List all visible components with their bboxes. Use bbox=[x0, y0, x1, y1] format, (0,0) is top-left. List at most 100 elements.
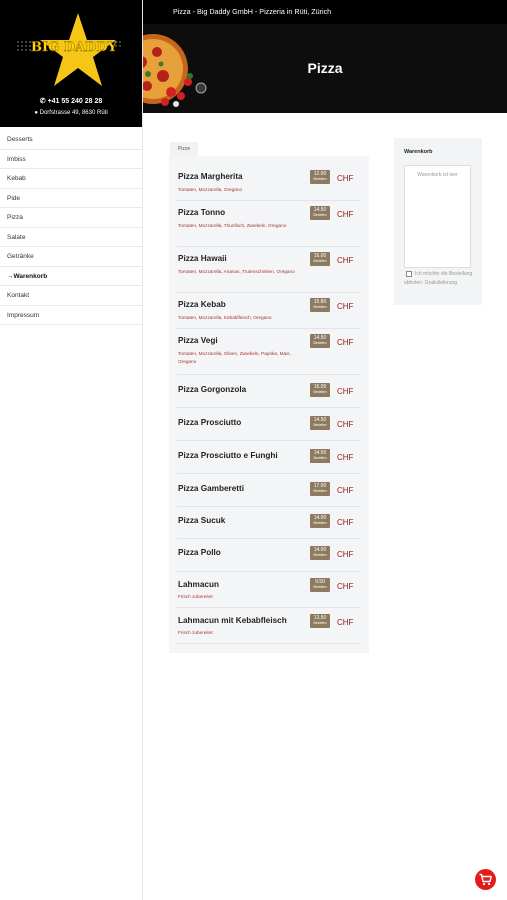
list-item: Pizza Prosciutto e Funghi 14.50 Bestellen… bbox=[177, 440, 361, 474]
item-name: Pizza Tonno bbox=[178, 208, 226, 217]
sidebar-item-getraenke[interactable]: Getränke bbox=[0, 247, 142, 267]
order-label: Bestellen bbox=[313, 423, 327, 427]
sidebar-nav: Desserts Imbiss Kebab Pide Pizza Salate … bbox=[0, 130, 142, 325]
list-item: Pizza Kebab Tomaten, Mozzarella, Kebabfl… bbox=[177, 292, 361, 329]
item-name: Lahmacun mit Kebabfleisch bbox=[178, 616, 287, 625]
order-label: Bestellen bbox=[313, 585, 327, 589]
add-to-cart-button[interactable]: 14.50 Bestellen bbox=[310, 449, 330, 463]
list-item: Pizza Vegi Tomaten, Mozzarella, Oliven, … bbox=[177, 328, 361, 375]
currency-label: CHF bbox=[337, 550, 354, 559]
item-description: Tomaten, Mozzarella, Thunfisch, Zwiebeln… bbox=[178, 223, 287, 228]
order-label: Bestellen bbox=[313, 489, 327, 493]
order-label: Bestellen bbox=[313, 259, 327, 263]
add-to-cart-button[interactable]: 16.00 Bestellen bbox=[310, 383, 330, 397]
sidebar: BIG DADDY ✆ +41 55 240 28 28 ● Dorfstras… bbox=[0, 0, 143, 900]
sidebar-item-impressum[interactable]: Impressum bbox=[0, 306, 142, 325]
sidebar-item-kontakt[interactable]: Kontakt bbox=[0, 286, 142, 306]
sidebar-item-pide[interactable]: Pide bbox=[0, 189, 142, 208]
list-item: Pizza Hawaii Tomaten, Mozzarella, Ananas… bbox=[177, 246, 361, 293]
hero-banner: Pizza bbox=[143, 24, 507, 113]
currency-label: CHF bbox=[337, 486, 354, 495]
currency-label: CHF bbox=[337, 420, 354, 429]
tab-pizze[interactable]: Pizze bbox=[170, 142, 198, 156]
add-to-cart-button[interactable]: 14.00 Bestellen bbox=[310, 514, 330, 528]
phone-line[interactable]: ✆ +41 55 240 28 28 bbox=[0, 97, 142, 105]
add-to-cart-button[interactable]: 15.80 Bestellen bbox=[310, 298, 330, 312]
list-item: Pizza Margherita Tomaten, Mozzarella, Or… bbox=[177, 166, 361, 201]
menu-list: Pizza Margherita Tomaten, Mozzarella, Or… bbox=[169, 156, 369, 653]
item-description: Tomaten, Mozzarella, Oliven, Zwiebeln, P… bbox=[178, 351, 291, 364]
item-name: Pizza Gorgonzola bbox=[178, 385, 247, 394]
list-item: Lahmacun mit Kebabfleisch Frisch zuberei… bbox=[177, 607, 361, 644]
item-name: Pizza Pollo bbox=[178, 548, 221, 557]
sidebar-item-pizza[interactable]: Pizza bbox=[0, 208, 142, 228]
add-to-cart-button[interactable]: 14.50 Bestellen bbox=[310, 416, 330, 430]
item-name: Pizza Sucuk bbox=[178, 516, 226, 525]
sidebar-item-kebab[interactable]: Kebab bbox=[0, 169, 142, 189]
item-description: Tomaten, Mozzarella, Oregano bbox=[178, 187, 243, 192]
hero-title: Pizza bbox=[307, 60, 343, 76]
address-text: Dorfstrasse 49, 8630 Rüti bbox=[39, 110, 108, 116]
logo-star-icon[interactable]: BIG DADDY bbox=[10, 10, 132, 90]
add-to-cart-button[interactable]: 14.50 Bestellen bbox=[310, 334, 330, 348]
currency-label: CHF bbox=[337, 174, 354, 183]
currency-label: CHF bbox=[337, 338, 354, 347]
add-to-cart-button[interactable]: 9.50 Bestellen bbox=[310, 578, 330, 592]
order-label: Bestellen bbox=[313, 390, 327, 394]
currency-label: CHF bbox=[337, 582, 354, 591]
item-description: Tomaten, Mozzarella, Kebabfleisch, Orega… bbox=[178, 315, 272, 320]
add-to-cart-button[interactable]: 13.50 Bestellen bbox=[310, 614, 330, 628]
item-name: Pizza Vegi bbox=[178, 336, 218, 345]
currency-label: CHF bbox=[337, 387, 354, 396]
top-bar: Pizza - Big Daddy GmbH - Pizzeria in Rüt… bbox=[143, 0, 507, 24]
item-name: Pizza Margherita bbox=[178, 172, 243, 181]
order-label: Bestellen bbox=[313, 305, 327, 309]
item-name: Pizza Hawaii bbox=[178, 254, 227, 263]
page-header-title: Pizza - Big Daddy GmbH - Pizzeria in Rüt… bbox=[173, 7, 332, 16]
order-label: Bestellen bbox=[313, 521, 327, 525]
cart-contents: Warenkorb ist leer bbox=[404, 165, 471, 268]
list-item: Pizza Pollo 14.00 Bestellen CHF bbox=[177, 538, 361, 572]
item-name: Pizza Prosciutto e Funghi bbox=[178, 451, 278, 460]
add-to-cart-button[interactable]: 14.00 Bestellen bbox=[310, 546, 330, 560]
pickup-label: Ich möchte die Bestellung abholen: Grati… bbox=[404, 271, 473, 286]
cart-title: Warenkorb bbox=[404, 149, 433, 155]
item-name: Lahmacun bbox=[178, 580, 219, 589]
pickup-checkbox[interactable] bbox=[406, 271, 412, 277]
list-item: Lahmacun Frisch zubereitet 9.50 Bestellen… bbox=[177, 571, 361, 608]
list-item: Pizza Gorgonzola 16.00 Bestellen CHF bbox=[177, 374, 361, 408]
order-label: Bestellen bbox=[313, 621, 327, 625]
list-item: Pizza Sucuk 14.00 Bestellen CHF bbox=[177, 506, 361, 539]
shopping-cart-icon bbox=[479, 873, 492, 886]
currency-label: CHF bbox=[337, 453, 354, 462]
list-item: Pizza Gamberetti 17.00 Bestellen CHF bbox=[177, 473, 361, 507]
phone-number: +41 55 240 28 28 bbox=[47, 98, 103, 105]
phone-icon: ✆ bbox=[39, 98, 46, 105]
list-item: Pizza Tonno Tomaten, Mozzarella, Thunfis… bbox=[177, 200, 361, 247]
add-to-cart-button[interactable]: 14.50 Bestellen bbox=[310, 206, 330, 220]
sidebar-item-warenkorb[interactable]: →Warenkorb bbox=[0, 267, 142, 286]
add-to-cart-button[interactable]: 16.00 Bestellen bbox=[310, 252, 330, 266]
currency-label: CHF bbox=[337, 210, 354, 219]
item-name: Pizza Kebab bbox=[178, 300, 226, 309]
cart-fab-button[interactable] bbox=[475, 869, 496, 890]
cart-empty-text: Warenkorb ist leer bbox=[417, 172, 458, 178]
sidebar-item-desserts[interactable]: Desserts bbox=[0, 130, 142, 150]
add-to-cart-button[interactable]: 12.00 Bestellen bbox=[310, 170, 330, 184]
add-to-cart-button[interactable]: 17.00 Bestellen bbox=[310, 482, 330, 496]
order-label: Bestellen bbox=[313, 177, 327, 181]
sidebar-item-imbiss[interactable]: Imbiss bbox=[0, 150, 142, 169]
logo-area: BIG DADDY ✆ +41 55 240 28 28 ● Dorfstras… bbox=[0, 0, 142, 127]
order-label: Bestellen bbox=[313, 213, 327, 217]
sidebar-item-salate[interactable]: Salate bbox=[0, 228, 142, 247]
item-name: Pizza Prosciutto bbox=[178, 418, 242, 427]
currency-label: CHF bbox=[337, 302, 354, 311]
item-description: Frisch zubereitet bbox=[178, 630, 213, 635]
currency-label: CHF bbox=[337, 518, 354, 527]
item-description: Frisch zubereitet bbox=[178, 594, 213, 599]
order-label: Bestellen bbox=[313, 553, 327, 557]
map-pin-icon: ● bbox=[34, 110, 38, 116]
address-line: ● Dorfstrasse 49, 8630 Rüti bbox=[0, 110, 142, 116]
list-item: Pizza Prosciutto 14.50 Bestellen CHF bbox=[177, 407, 361, 441]
order-label: Bestellen bbox=[313, 341, 327, 345]
